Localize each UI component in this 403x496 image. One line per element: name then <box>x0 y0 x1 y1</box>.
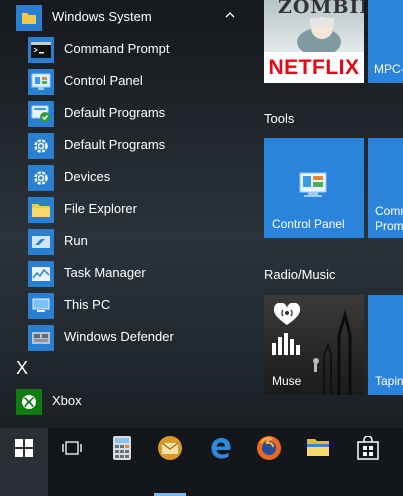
taskbar-firefox[interactable] <box>244 428 292 496</box>
tile-group-radio-music[interactable]: Radio/Music <box>264 267 336 282</box>
task-view-icon <box>62 441 82 455</box>
tile-command-prompt-label-line1: Comm <box>375 204 403 218</box>
group-header-label: Windows System <box>52 9 152 24</box>
app-item-windows-defender[interactable]: Windows Defender <box>0 321 256 353</box>
app-item-label: Run <box>64 233 88 248</box>
tile-control-panel-label: Control Panel <box>272 217 345 231</box>
start-button[interactable] <box>0 428 48 496</box>
netflix-logo: NETFLIX <box>268 55 360 79</box>
taskbar-calculator[interactable] <box>98 428 146 496</box>
tile-group-tools[interactable]: Tools <box>264 111 294 126</box>
group-header-windows-system[interactable]: Windows System <box>0 1 256 33</box>
netflix-logo-band: NETFLIX <box>264 52 364 83</box>
taskbar <box>0 428 403 496</box>
control-panel-icon <box>28 69 54 95</box>
tile-tapin[interactable]: Tapin <box>368 295 403 395</box>
folder-icon <box>307 439 329 456</box>
default-programs-check-icon <box>28 101 54 127</box>
app-item-control-panel[interactable]: Control Panel <box>0 65 256 97</box>
app-item-label: File Explorer <box>64 201 137 216</box>
iheartradio-icon <box>273 303 301 325</box>
section-letter-x[interactable]: X <box>16 358 28 379</box>
tile-muse[interactable]: Muse <box>264 295 364 395</box>
chevron-up-icon[interactable] <box>222 7 238 23</box>
taskbar-mail[interactable] <box>146 428 194 496</box>
zombie-title: ZOMBIE <box>278 0 364 18</box>
windows-logo-icon <box>15 439 33 457</box>
app-item-label: Task Manager <box>64 265 146 280</box>
tile-mpc-label: MPC- <box>374 62 403 76</box>
app-item-devices[interactable]: Devices <box>0 161 256 193</box>
app-item-task-manager[interactable]: Task Manager <box>0 257 256 289</box>
app-item-label: Command Prompt <box>64 41 170 56</box>
app-item-command-prompt[interactable]: Command Prompt <box>0 33 256 65</box>
app-item-label: Default Programs <box>64 105 166 120</box>
mail-envelope-icon <box>158 436 182 460</box>
task-manager-icon <box>28 261 54 287</box>
app-item-this-pc[interactable]: This PC <box>0 289 256 321</box>
app-item-file-explorer[interactable]: File Explorer <box>0 193 256 225</box>
app-item-default-programs-2[interactable]: Default Programs <box>0 129 256 161</box>
gear-icon <box>28 133 54 159</box>
tile-mpc[interactable]: MPC- <box>368 0 403 83</box>
command-prompt-icon <box>28 37 54 63</box>
taskbar-store[interactable] <box>344 428 392 496</box>
tile-netflix[interactable]: ZOMBIE NETFLIX <box>264 0 364 83</box>
tile-muse-label: Muse <box>272 374 302 388</box>
folder-icon <box>28 197 54 223</box>
equalizer-bars-icon <box>272 333 300 355</box>
edge-browser-icon <box>211 438 231 459</box>
app-item-xbox[interactable]: Xbox <box>0 385 256 417</box>
task-view-button[interactable] <box>48 428 96 496</box>
windows-defender-icon <box>28 325 54 351</box>
control-panel-icon <box>299 172 327 197</box>
netflix-poster-art: ZOMBIE <box>264 0 364 56</box>
tile-control-panel[interactable]: Control Panel <box>264 138 364 238</box>
gear-icon <box>28 165 54 191</box>
tile-tapin-label: Tapin <box>375 374 403 388</box>
app-item-label: Control Panel <box>64 73 143 88</box>
app-item-label: This PC <box>64 297 111 312</box>
store-bag-icon <box>357 436 379 460</box>
tile-command-prompt[interactable]: Comm Promp <box>368 138 403 238</box>
app-item-label: Xbox <box>52 393 82 408</box>
taskbar-file-explorer[interactable] <box>294 428 342 496</box>
start-menu-app-list: Windows System Command Prompt Control Pa… <box>0 0 256 441</box>
folder-icon <box>16 5 42 31</box>
app-item-run[interactable]: Run <box>0 225 256 257</box>
app-item-default-programs-1[interactable]: Default Programs <box>0 97 256 129</box>
this-pc-icon <box>28 293 54 319</box>
firefox-icon <box>257 436 281 460</box>
xbox-icon <box>16 389 42 415</box>
app-item-label: Default Programs <box>64 137 166 152</box>
calculator-icon <box>113 436 131 460</box>
tile-command-prompt-label-line2: Promp <box>375 219 403 233</box>
taskbar-edge[interactable] <box>196 428 244 496</box>
app-item-label: Windows Defender <box>64 329 174 344</box>
run-icon <box>28 229 54 255</box>
app-item-label: Devices <box>64 169 111 184</box>
